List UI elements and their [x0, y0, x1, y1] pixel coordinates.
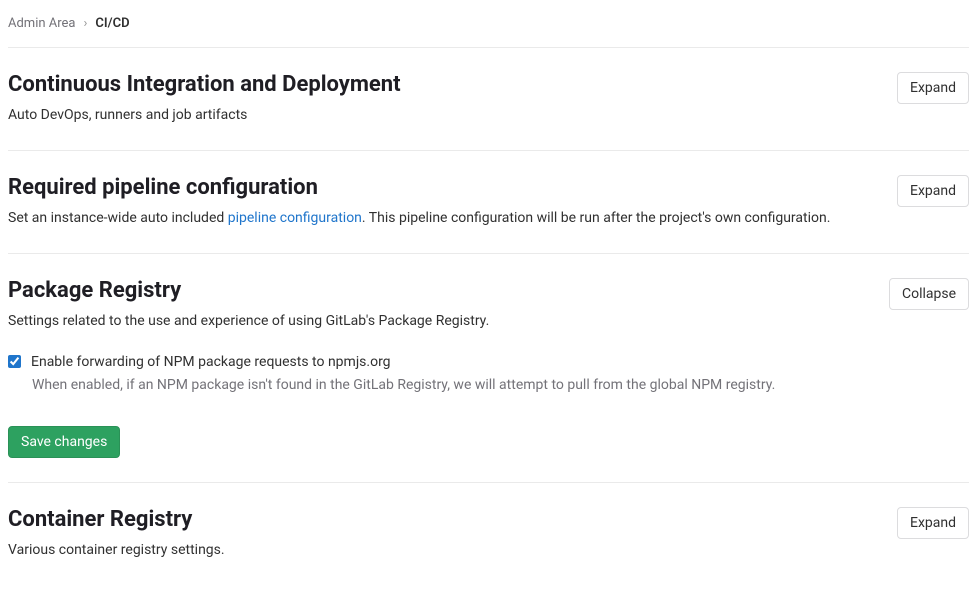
breadcrumb-current: CI/CD: [95, 16, 129, 31]
section-title-package: Package Registry: [8, 278, 489, 303]
breadcrumb-parent-link[interactable]: Admin Area: [8, 16, 76, 31]
section-package: Package Registry Settings related to the…: [8, 254, 969, 483]
npm-forwarding-label[interactable]: Enable forwarding of NPM package request…: [31, 352, 391, 373]
section-title-ci: Continuous Integration and Deployment: [8, 72, 401, 97]
expand-button-pipeline[interactable]: Expand: [897, 175, 969, 207]
section-desc-container: Various container registry settings.: [8, 540, 225, 561]
npm-help-text: When enabled, if an NPM package isn't fo…: [32, 375, 969, 396]
section-title-pipeline: Required pipeline configuration: [8, 175, 830, 200]
section-title-container: Container Registry: [8, 507, 225, 532]
desc-text-pre: Set an instance-wide auto included: [8, 210, 228, 226]
section-pipeline: Required pipeline configuration Set an i…: [8, 151, 969, 254]
npm-forwarding-checkbox[interactable]: [8, 355, 21, 368]
chevron-right-icon: ›: [84, 16, 88, 31]
section-desc-pipeline: Set an instance-wide auto included pipel…: [8, 208, 830, 229]
section-desc-ci: Auto DevOps, runners and job artifacts: [8, 105, 401, 126]
checkbox-row-npm: Enable forwarding of NPM package request…: [8, 352, 969, 373]
expand-button-ci[interactable]: Expand: [897, 72, 969, 104]
expand-button-container[interactable]: Expand: [897, 507, 969, 539]
actions: Save changes: [8, 426, 969, 458]
section-header: Continuous Integration and Deployment Au…: [8, 72, 969, 126]
section-header: Container Registry Various container reg…: [8, 507, 969, 561]
section-desc-package: Settings related to the use and experien…: [8, 311, 489, 332]
breadcrumb: Admin Area › CI/CD: [8, 8, 969, 48]
save-changes-button[interactable]: Save changes: [8, 426, 120, 458]
collapse-button-package[interactable]: Collapse: [889, 278, 969, 310]
section-ci: Continuous Integration and Deployment Au…: [8, 48, 969, 151]
section-body-package: Enable forwarding of NPM package request…: [8, 352, 969, 458]
desc-text-post: . This pipeline configuration will be ru…: [362, 210, 831, 226]
section-header: Required pipeline configuration Set an i…: [8, 175, 969, 229]
section-container: Container Registry Various container reg…: [8, 483, 969, 585]
section-header: Package Registry Settings related to the…: [8, 278, 969, 332]
pipeline-config-link[interactable]: pipeline configuration: [228, 210, 362, 226]
